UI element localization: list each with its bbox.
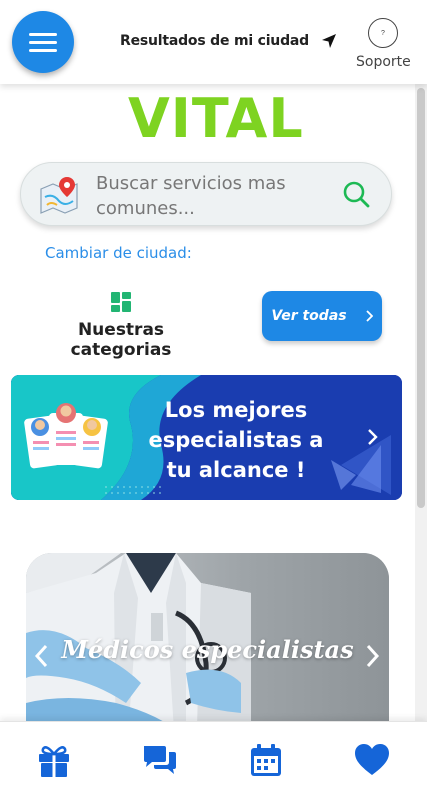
search-placeholder[interactable]: Buscar servicios mas comunes...: [96, 171, 326, 221]
city-results-label: Resultados de mi ciudad: [120, 33, 309, 49]
promo-banner[interactable]: Los mejores especialistas a tu alcance !: [11, 375, 402, 500]
grid-icon: [111, 292, 131, 312]
help-circle-icon: ?: [368, 18, 398, 48]
map-pin-icon: [40, 177, 78, 214]
main-content[interactable]: VITAL Buscar servicios mas comunes... Ca…: [0, 84, 427, 721]
scrollbar-thumb[interactable]: [417, 88, 425, 508]
view-all-button[interactable]: Ver todas: [262, 291, 382, 341]
app-header: Resultados de mi ciudad ? Soporte: [0, 0, 427, 84]
navigation-arrow-icon: [321, 34, 336, 48]
change-city-link[interactable]: Cambiar de ciudad:: [45, 244, 192, 262]
search-bar[interactable]: Buscar servicios mas comunes...: [20, 162, 392, 226]
heart-icon[interactable]: [354, 742, 390, 778]
bottom-navigation: [0, 721, 427, 796]
support-label: Soporte: [356, 54, 411, 70]
chevron-left-icon[interactable]: [32, 641, 50, 671]
carousel-caption: Médicos especialistas: [61, 635, 354, 664]
chevron-right-icon[interactable]: [364, 641, 382, 671]
chat-icon[interactable]: [142, 742, 178, 778]
search-icon[interactable]: [341, 179, 371, 209]
calendar-icon[interactable]: [248, 742, 284, 778]
banner-text: Los mejores especialistas a tu alcance !: [148, 398, 324, 482]
vital-logo: VITAL: [128, 87, 304, 150]
gift-icon[interactable]: [36, 742, 72, 778]
chevron-right-icon: [365, 310, 373, 322]
support-button[interactable]: ? Soporte: [356, 18, 411, 70]
menu-button[interactable]: [12, 11, 74, 73]
hamburger-icon: [29, 31, 57, 53]
specialists-carousel[interactable]: Médicos especialistas: [26, 553, 389, 721]
categories-heading: Nuestras categorias: [36, 292, 206, 360]
categories-title: Nuestras categorias: [70, 320, 172, 360]
city-results-selector[interactable]: Resultados de mi ciudad: [120, 33, 337, 49]
chevron-right-icon[interactable]: [365, 425, 381, 449]
view-all-label: Ver todas: [271, 308, 347, 324]
